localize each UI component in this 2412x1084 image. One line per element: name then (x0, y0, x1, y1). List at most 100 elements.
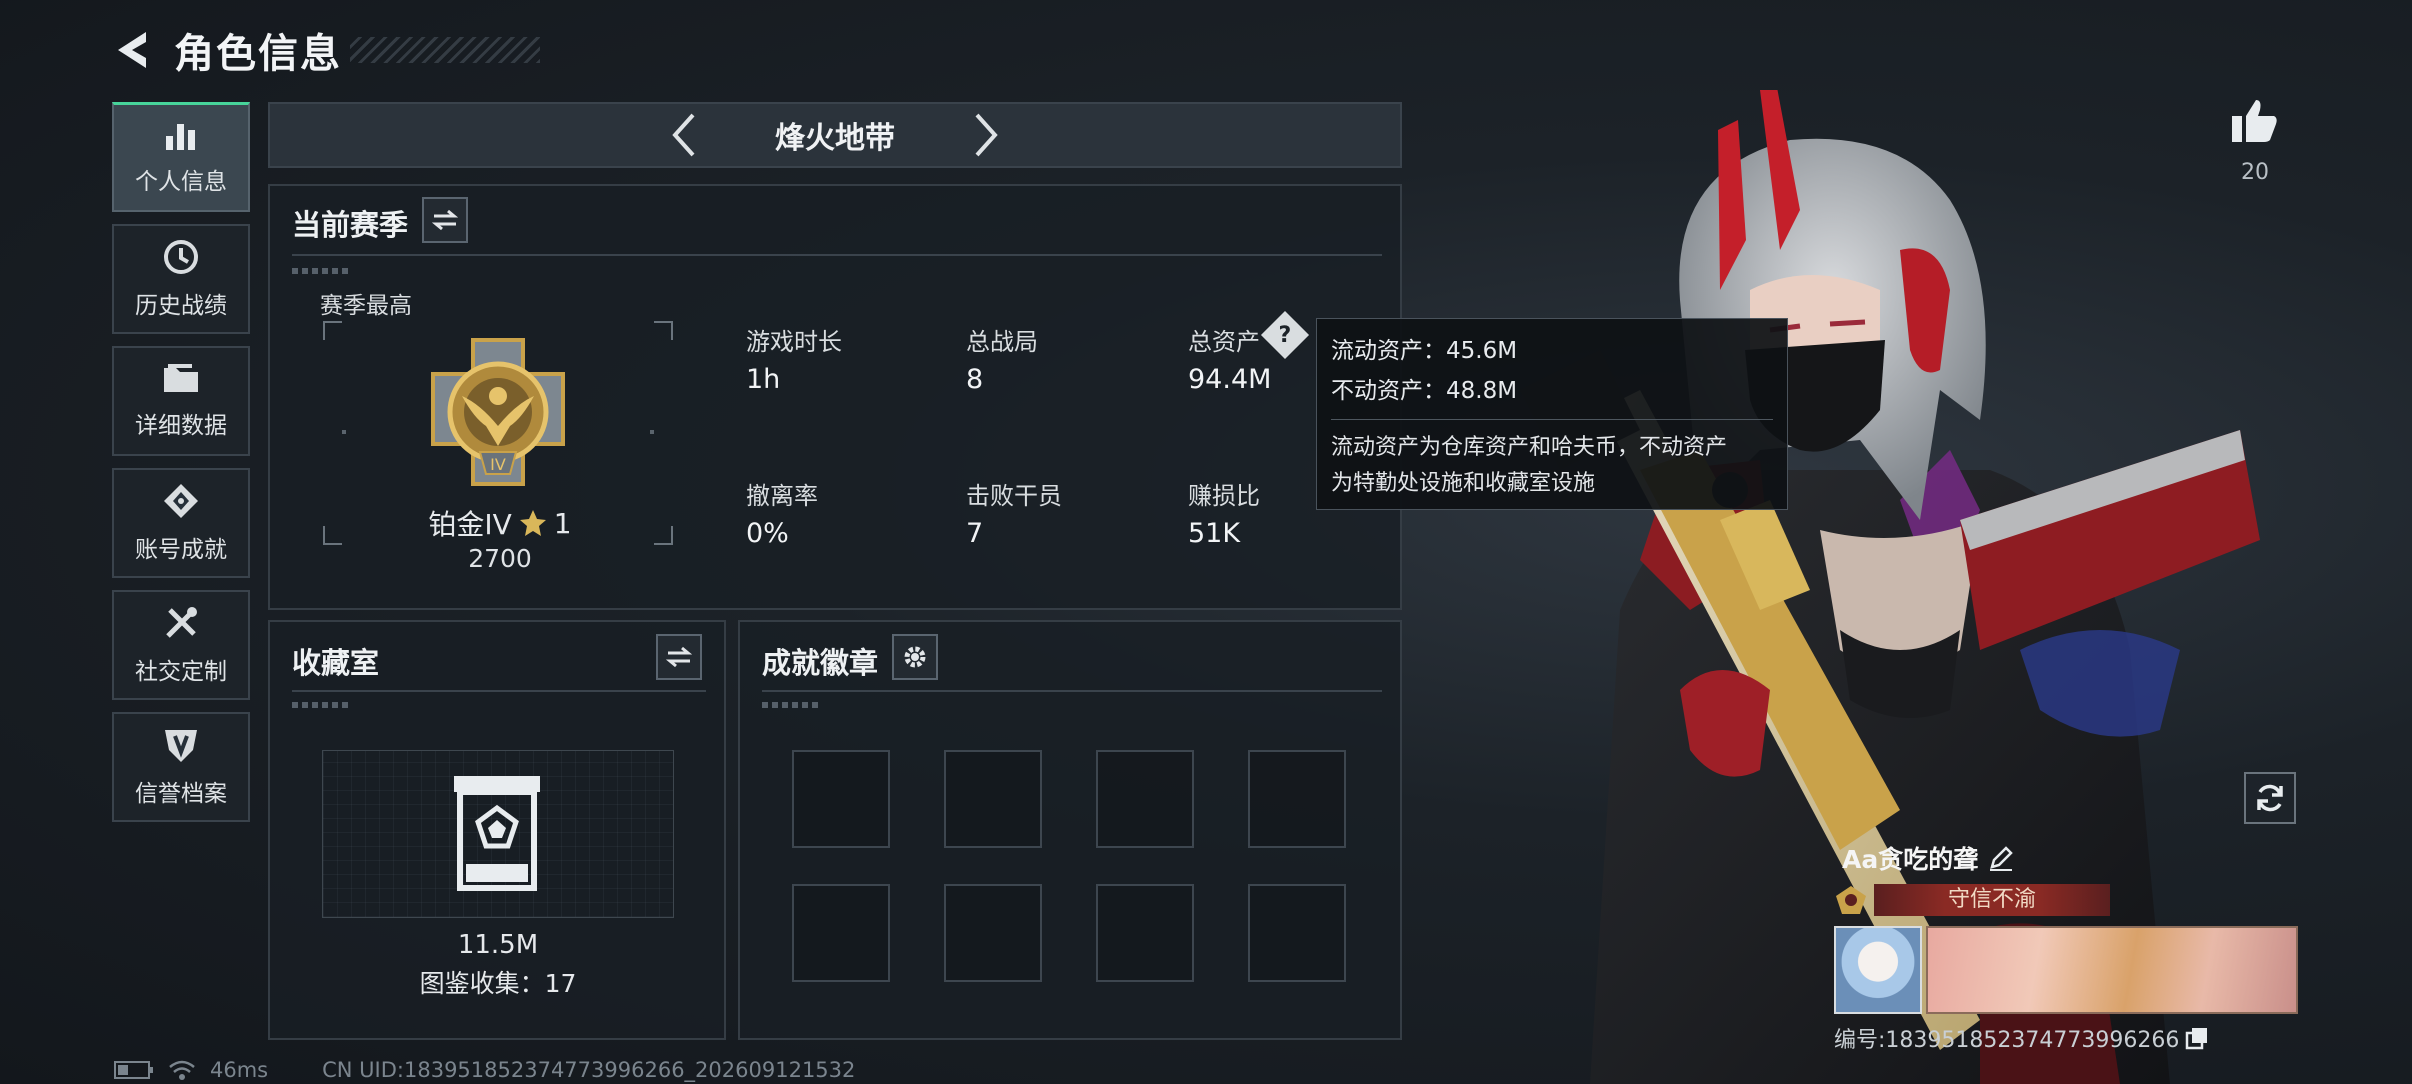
badge-slot[interactable] (792, 750, 890, 848)
copy-icon[interactable] (2185, 1026, 2209, 1050)
back-arrow-icon[interactable] (110, 28, 152, 72)
rank-line: 铂金IV 1 (420, 503, 580, 543)
sidebar-item-history[interactable]: 历史战绩 (112, 224, 250, 334)
wifi-icon (169, 1060, 195, 1080)
player-nickname: Aa贪吃的聋 (1842, 845, 1979, 874)
bar-chart-icon (166, 123, 195, 150)
sidebar-item-detailed-data[interactable]: 详细数据 (112, 346, 250, 456)
platinum-rank-emblem-icon: IV (431, 338, 565, 486)
sidebar-item-social[interactable]: 社交定制 (112, 590, 250, 700)
player-title-badge: 守信不渝 (1874, 884, 2110, 916)
divider-dots (292, 702, 352, 708)
player-id: 编号:1839518523747739962​66 (1834, 1028, 2180, 1053)
tooltip-divider (1331, 419, 1773, 420)
stat-label-total-assets: 总资产 (1188, 328, 1260, 356)
next-mode-button[interactable] (957, 111, 1017, 159)
badge-slot[interactable] (792, 884, 890, 982)
stat-label-extract-rate: 撤离率 (746, 482, 818, 510)
season-title: 当前赛季 (292, 208, 409, 242)
sidebar-item-label: 历史战绩 (135, 293, 227, 319)
sidebar-item-label: 账号成就 (135, 537, 227, 563)
thumbs-up-icon (2232, 100, 2277, 142)
refresh-icon (2257, 784, 2283, 812)
stat-label-profit-loss: 赚损比 (1188, 482, 1260, 510)
chevron-left-icon (672, 113, 695, 157)
like-count: 20 (2241, 160, 2269, 185)
gear-icon (904, 646, 926, 668)
rotate-character-button[interactable] (2244, 772, 2296, 824)
player-banner[interactable] (1926, 926, 2298, 1014)
stat-value-extract-rate: 0% (746, 518, 789, 549)
rank-name: 铂金IV (428, 508, 512, 541)
badges-settings-button[interactable] (892, 634, 938, 680)
badge-grid (792, 750, 1346, 982)
season-switch-button[interactable] (422, 197, 468, 243)
divider (292, 254, 1382, 256)
divider (762, 690, 1382, 692)
divider-dots (292, 268, 352, 274)
tools-icon (166, 607, 197, 638)
divider-dots (762, 702, 822, 708)
uid-text: CN UID:1839518523747739962​66_2026091215… (322, 1058, 856, 1082)
collection-value: 11.5M (457, 930, 539, 960)
battery-icon (114, 1061, 153, 1079)
sidebar-item-label: 社交定制 (135, 659, 227, 685)
tooltip-liquid-assets: 流动资产：45.6M (1331, 338, 1518, 364)
stat-value-total-assets: 94.4M (1188, 364, 1272, 395)
page-title: 角色信息 (174, 31, 342, 77)
edit-pencil-icon[interactable] (1988, 845, 2014, 871)
badge-slot[interactable] (1248, 750, 1346, 848)
divider (292, 690, 706, 692)
total-assets-tooltip: 流动资产：45.6M 不动资产：48.8M 流动资产为仓库资产和哈夫币，不动资产… (1316, 318, 1788, 510)
title-decoration (350, 37, 540, 63)
stat-label-operators-defeated: 击败干员 (966, 482, 1062, 510)
badge-slot[interactable] (1096, 750, 1194, 848)
stat-value-profit-loss: 51K (1188, 518, 1241, 549)
stat-value-playtime: 1h (746, 364, 781, 395)
badge-slot[interactable] (944, 884, 1042, 982)
sidebar-item-personal-info[interactable]: 个人信息 (112, 102, 250, 212)
stat-value-total-matches: 8 (966, 364, 984, 395)
prev-mode-button[interactable] (653, 111, 713, 159)
chevron-right-icon (975, 113, 998, 157)
badge-slot[interactable] (1248, 884, 1346, 982)
swap-arrows-icon (432, 209, 458, 231)
badge-slot[interactable] (1096, 884, 1194, 982)
mode-label: 烽火地带 (775, 121, 895, 156)
catalog-count: 图鉴收集：17 (419, 969, 577, 998)
stat-label-total-matches: 总战局 (966, 328, 1038, 356)
ping-value: 46ms (210, 1058, 269, 1082)
reputation-shield-icon (165, 730, 197, 762)
folder-icon (164, 364, 198, 392)
status-bar: 46ms CN UID:1839518523747739962​66_20260… (114, 1058, 855, 1082)
like-button[interactable] (2226, 96, 2284, 150)
achievement-icon (164, 484, 198, 518)
swap-arrows-icon (666, 646, 692, 668)
collection-switch-button[interactable] (656, 634, 702, 680)
sidebar-item-label: 个人信息 (135, 168, 227, 195)
tooltip-fixed-assets: 不动资产：48.8M (1331, 378, 1518, 404)
tooltip-description-line1: 流动资产为仓库资产和哈夫币，不动资产 (1331, 435, 1728, 460)
history-clock-icon (164, 240, 198, 274)
rank-stars: 1 (553, 506, 572, 540)
mode-selector: 烽火地带 (268, 102, 1402, 168)
vault-icon (454, 776, 540, 891)
badge-slot[interactable] (944, 750, 1042, 848)
title-emblem-icon (1836, 886, 1866, 914)
star-icon (519, 510, 546, 536)
stat-value-operators-defeated: 7 (966, 518, 984, 549)
svg-text:IV: IV (490, 455, 506, 474)
sidebar-item-achievements[interactable]: 账号成就 (112, 468, 250, 578)
player-avatar[interactable] (1834, 926, 1922, 1014)
sidebar-item-reputation[interactable]: 信誉档案 (112, 712, 250, 822)
season-highest-label: 赛季最高 (320, 293, 412, 319)
header: 角色信息 (110, 20, 540, 80)
tooltip-description-line2: 为特勤处设施和收藏室设施 (1331, 471, 1596, 496)
sidebar: 个人信息 历史战绩 详细数据 账号成就 社交定制 信誉档案 (112, 102, 250, 834)
player-nameplate: Aa贪吃的聋 守信不渝 编号:1839518523747739962​66 (1834, 840, 2298, 1054)
badges-title: 成就徽章 (762, 646, 879, 680)
sidebar-item-label: 详细数据 (135, 413, 227, 439)
collection-title: 收藏室 (292, 646, 380, 680)
rank-points: 2700 (468, 544, 532, 573)
stat-label-playtime: 游戏时长 (746, 328, 842, 356)
